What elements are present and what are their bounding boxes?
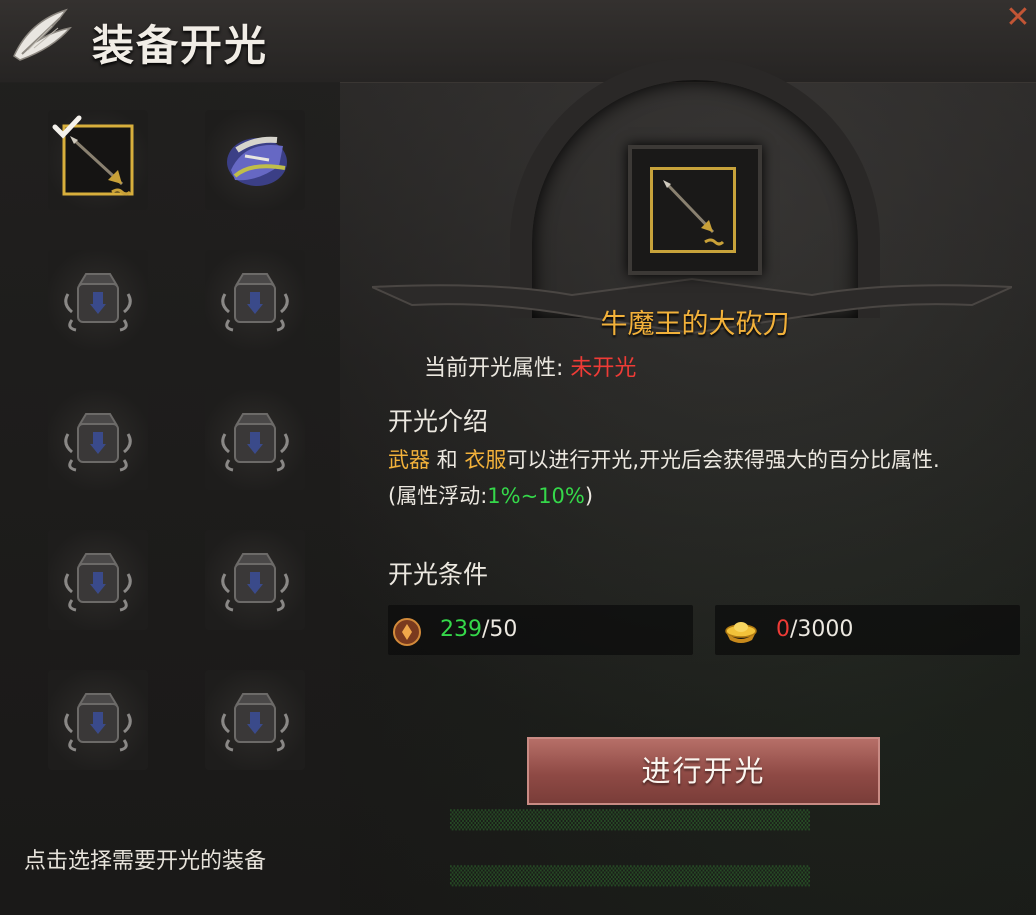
golden-spear-icon	[650, 167, 736, 253]
check-mark-icon	[52, 115, 82, 139]
material-need: /50	[482, 617, 518, 642]
attribute-float-range: (属性浮动:1%~10%)	[388, 480, 593, 510]
equipment-slot-locked[interactable]	[205, 530, 305, 630]
intro-description: 武器 和 衣服可以进行开光,开光后会获得强大的百分比属性.	[388, 444, 940, 474]
float-suffix: )	[584, 484, 594, 508]
locked-slot-icon	[64, 273, 132, 332]
locked-slot-icon	[221, 553, 289, 612]
background-text-blur: ▒▒▒▒▒▒▒▒▒▒▒▒▒▒▒▒▒▒▒▒▒▒▒▒▒▒	[450, 866, 810, 887]
intro-weapon-highlight: 武器	[388, 448, 430, 472]
locked-slot-icon	[64, 413, 132, 472]
condition-title: 开光条件	[388, 560, 489, 589]
current-attribute-value: 未开光	[570, 356, 637, 381]
equipment-slot-locked[interactable]	[48, 390, 148, 490]
current-attribute-label: 当前开光属性:	[424, 356, 564, 381]
locked-slot-icon	[64, 693, 132, 752]
locked-slot-icon	[221, 413, 289, 472]
equipment-slot-armor[interactable]	[205, 110, 305, 210]
blue-armor-icon	[227, 136, 287, 186]
orb-material-icon	[393, 618, 421, 646]
intro-rest: 可以进行开光,开光后会获得强大的百分比属性.	[506, 448, 940, 472]
current-attribute: 当前开光属性: 未开光	[424, 350, 636, 382]
selected-item-frame	[628, 145, 762, 275]
perform-blessing-button[interactable]: 进行开光	[527, 737, 880, 805]
equipment-slot-weapon[interactable]	[48, 110, 148, 210]
intro-and: 和	[430, 448, 465, 472]
gold-have: 0	[776, 617, 790, 642]
float-prefix: (属性浮动:	[388, 484, 488, 508]
condition-gold-box	[715, 605, 1020, 655]
locked-slot-icon	[64, 553, 132, 612]
equipment-slot-locked[interactable]	[48, 670, 148, 770]
intro-title: 开光介绍	[388, 407, 489, 436]
locked-slot-icon	[221, 273, 289, 332]
intro-clothing-highlight: 衣服	[464, 448, 507, 472]
gold-need: /3000	[790, 617, 854, 642]
equipment-slot-locked[interactable]	[205, 390, 305, 490]
equipment-slot-locked[interactable]	[205, 250, 305, 350]
item-name: 牛魔王的大砍刀	[600, 309, 790, 340]
condition-material-box	[388, 605, 693, 655]
feather-emblem-icon	[13, 8, 72, 61]
gold-count: 0/3000	[776, 617, 853, 642]
background-text-blur: ▒▒▒▒▒▒▒▒▒▒▒▒▒▒▒▒▒▒▒▒▒▒▒▒▒▒	[450, 810, 810, 831]
window-title: 装备开光	[92, 21, 269, 70]
close-icon[interactable]: ✕	[1000, 0, 1036, 36]
gold-ingot-icon	[725, 622, 757, 643]
material-have: 239	[440, 617, 482, 642]
material-count: 239/50	[440, 617, 517, 642]
window-header: 装备开光 ✕	[0, 0, 1036, 83]
locked-slot-icon	[221, 693, 289, 752]
equipment-slot-locked[interactable]	[205, 670, 305, 770]
equipment-slot-locked[interactable]	[48, 250, 148, 350]
select-hint: 点击选择需要开光的装备	[24, 849, 267, 874]
equipment-slot-locked[interactable]	[48, 530, 148, 630]
float-range: 1%~10%	[487, 484, 585, 508]
